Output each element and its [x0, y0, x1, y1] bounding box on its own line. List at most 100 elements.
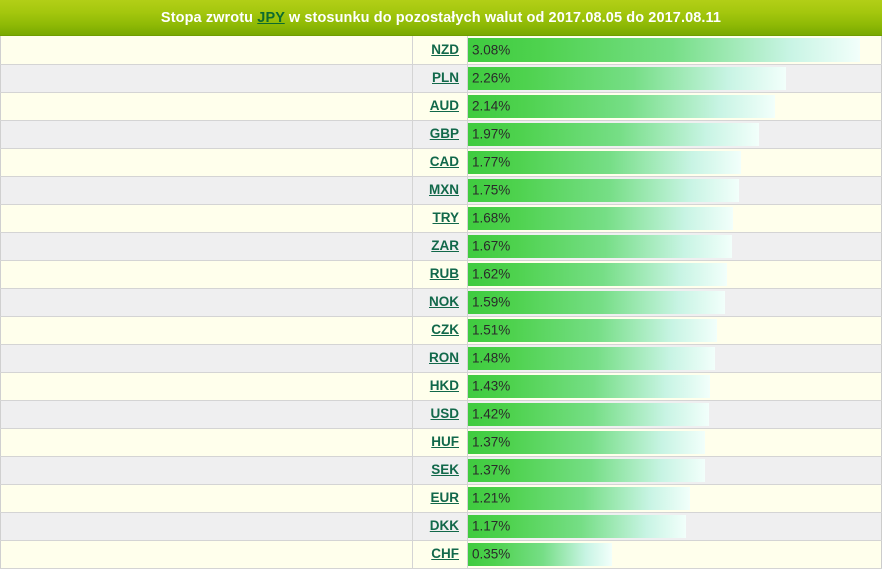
return-bar-cell: 1.51% [467, 316, 882, 345]
table-row: CAD 1.77% [0, 148, 882, 177]
currency-code-cell: MXN [412, 176, 468, 205]
currency-code-link-gbp[interactable]: GBP [430, 126, 459, 141]
bar-track: 1.37% [468, 430, 881, 454]
table-row: HUF 1.37% [0, 428, 882, 457]
bar-track: 1.17% [468, 514, 881, 538]
base-currency-link[interactable]: JPY [257, 10, 284, 26]
bar-value-label: 1.42% [472, 406, 511, 422]
return-bar-cell: 1.21% [467, 484, 882, 513]
currency-code-link-usd[interactable]: USD [430, 406, 459, 421]
table-row: TRY 1.68% [0, 204, 882, 233]
bar-fill [468, 94, 775, 118]
bar-fill [468, 122, 760, 146]
row-spacer-cell [0, 120, 413, 149]
row-spacer-cell [0, 92, 413, 121]
currency-code-cell: TRY [412, 204, 468, 233]
table-row: RUB 1.62% [0, 260, 882, 289]
bar-track: 1.75% [468, 178, 881, 202]
currency-code-link-sek[interactable]: SEK [431, 462, 459, 477]
row-spacer-cell [0, 288, 413, 317]
currency-code-link-rub[interactable]: RUB [430, 266, 459, 281]
row-spacer-cell [0, 232, 413, 261]
table-row: ZAR 1.67% [0, 232, 882, 261]
currency-code-link-pln[interactable]: PLN [432, 70, 459, 85]
currency-return-table: NZD 3.08% PLN 2.26% AUD 2.14% GBP 1.97% CAD 1.77%… [0, 36, 882, 569]
bar-track: 1.62% [468, 262, 881, 286]
currency-code-cell: SEK [412, 456, 468, 485]
bar-value-label: 1.59% [472, 294, 511, 310]
table-row: GBP 1.97% [0, 120, 882, 149]
bar-track: 1.67% [468, 234, 881, 258]
currency-code-link-huf[interactable]: HUF [431, 434, 459, 449]
row-spacer-cell [0, 36, 413, 65]
currency-code-link-eur[interactable]: EUR [430, 490, 459, 505]
row-spacer-cell [0, 204, 413, 233]
currency-code-link-aud[interactable]: AUD [430, 98, 459, 113]
currency-code-link-zar[interactable]: ZAR [431, 238, 459, 253]
bar-track: 1.97% [468, 122, 881, 146]
bar-value-label: 1.21% [472, 490, 511, 506]
bar-value-label: 1.48% [472, 350, 511, 366]
currency-code-cell: NOK [412, 288, 468, 317]
currency-code-link-dkk[interactable]: DKK [430, 518, 459, 533]
table-row: NZD 3.08% [0, 36, 882, 65]
table-row: CHF 0.35% [0, 540, 882, 569]
bar-value-label: 1.43% [472, 378, 511, 394]
title-prefix: Stopa zwrotu [160, 9, 258, 26]
currency-code-link-cad[interactable]: CAD [430, 154, 459, 169]
bar-value-label: 1.62% [472, 266, 511, 282]
bar-track: 1.48% [468, 346, 881, 370]
return-bar-cell: 1.37% [467, 428, 882, 457]
return-bar-cell: 1.68% [467, 204, 882, 233]
return-bar-cell: 1.67% [467, 232, 882, 261]
currency-code-cell: AUD [412, 92, 468, 121]
currency-code-link-czk[interactable]: CZK [431, 322, 459, 337]
bar-value-label: 2.26% [472, 70, 511, 86]
row-spacer-cell [0, 484, 413, 513]
row-spacer-cell [0, 148, 413, 177]
bar-value-label: 1.97% [472, 126, 511, 142]
bar-track: 1.37% [468, 458, 881, 482]
currency-code-link-mxn[interactable]: MXN [429, 182, 459, 197]
currency-code-cell: GBP [412, 120, 468, 149]
bar-value-label: 1.37% [472, 462, 511, 478]
bar-value-label: 0.35% [472, 546, 511, 562]
currency-code-cell: RUB [412, 260, 468, 289]
currency-code-cell: PLN [412, 64, 468, 93]
currency-code-link-try[interactable]: TRY [433, 210, 460, 225]
bar-value-label: 3.08% [472, 42, 511, 58]
currency-code-cell: EUR [412, 484, 468, 513]
table-row: EUR 1.21% [0, 484, 882, 513]
bar-track: 1.68% [468, 206, 881, 230]
currency-code-link-nok[interactable]: NOK [429, 294, 459, 309]
bar-track: 1.42% [468, 402, 881, 426]
bar-fill [468, 38, 860, 62]
row-spacer-cell [0, 456, 413, 485]
currency-code-link-hkd[interactable]: HKD [430, 378, 459, 393]
bar-track: 1.43% [468, 374, 881, 398]
row-spacer-cell [0, 512, 413, 541]
bar-track: 1.59% [468, 290, 881, 314]
currency-code-cell: USD [412, 400, 468, 429]
currency-code-cell: ZAR [412, 232, 468, 261]
return-bar-cell: 3.08% [467, 36, 882, 65]
table-row: SEK 1.37% [0, 456, 882, 485]
bar-value-label: 1.67% [472, 238, 511, 254]
currency-return-widget: Stopa zwrotu JPY w stosunku do pozostały… [0, 0, 882, 571]
row-spacer-cell [0, 176, 413, 205]
return-bar-cell: 1.75% [467, 176, 882, 205]
bar-value-label: 1.17% [472, 518, 511, 534]
bar-fill [468, 66, 786, 90]
return-bar-cell: 1.17% [467, 512, 882, 541]
currency-code-link-chf[interactable]: CHF [431, 546, 459, 561]
row-spacer-cell [0, 540, 413, 569]
table-body: NZD 3.08% PLN 2.26% AUD 2.14% GBP 1.97% CAD 1.77%… [0, 36, 882, 569]
currency-code-link-ron[interactable]: RON [429, 350, 459, 365]
return-bar-cell: 2.14% [467, 92, 882, 121]
return-bar-cell: 1.97% [467, 120, 882, 149]
table-row: RON 1.48% [0, 344, 882, 373]
currency-code-link-nzd[interactable]: NZD [431, 42, 459, 57]
bar-value-label: 1.77% [472, 154, 511, 170]
bar-value-label: 1.68% [472, 210, 511, 226]
return-bar-cell: 1.43% [467, 372, 882, 401]
